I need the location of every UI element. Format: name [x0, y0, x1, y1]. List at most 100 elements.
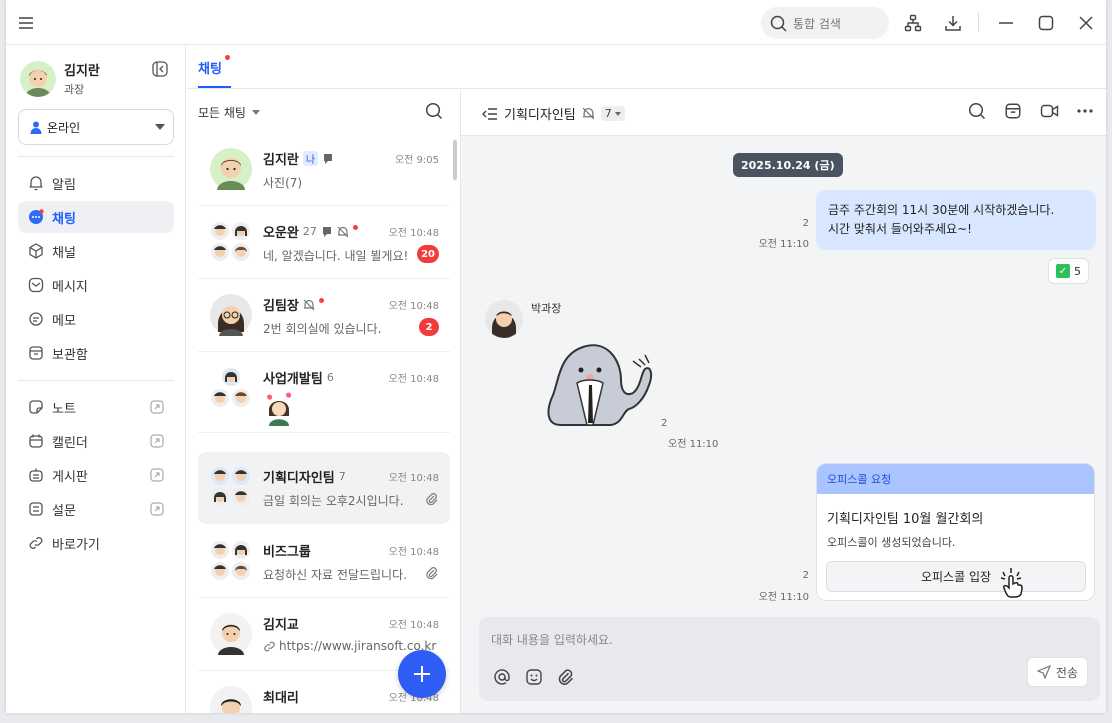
pin-icon [322, 153, 334, 165]
avatar[interactable] [485, 300, 523, 338]
send-label: 전송 [1055, 665, 1078, 680]
chat-row-name: 김팀장 [263, 295, 324, 314]
sidebar: 김지란 과장 온라인 알림 채팅 채널 메시지 메모 보관함 노트 캘린더 게시… [6, 45, 186, 713]
chat-row-kimjiran[interactable]: 김지란 나 오전 9:05 사진(7) [198, 134, 450, 206]
search-icon[interactable] [425, 102, 443, 120]
minimize-icon[interactable] [992, 9, 1020, 37]
profile[interactable]: 김지란 과장 [20, 60, 100, 97]
my-message-bubble[interactable]: 금주 주간회의 11시 30분에 시작하겠습니다. 시간 맞춰서 들어와주세요~… [816, 190, 1096, 250]
profile-name: 김지란 [64, 64, 100, 79]
message-input-placeholder[interactable]: 대화 내용을 입력하세요. [491, 631, 613, 648]
chat-list-scrollbar[interactable] [453, 140, 457, 180]
sidebar-item-label: 메시지 [52, 279, 88, 295]
sidebar-item-note[interactable]: 노트 [18, 391, 174, 423]
chat-row-name: 사업개발팀 6 [263, 368, 334, 387]
link-icon [28, 535, 44, 551]
sidebar-divider [18, 380, 174, 381]
menu-icon[interactable] [12, 9, 40, 37]
video-call-icon[interactable] [1040, 102, 1059, 120]
chat-row-ounwan[interactable]: 오운완 27 오전 10:48 네, 알겠습니다. 내일 뵐게요! 20 [198, 207, 450, 279]
new-chat-button[interactable] [398, 650, 446, 698]
chat-filter-label: 모든 채팅 [198, 106, 246, 120]
ghost-sticker[interactable] [541, 335, 656, 430]
sender-name: 박과장 [531, 302, 562, 315]
search-icon [770, 15, 787, 32]
more-icon[interactable] [1076, 102, 1094, 120]
global-search-input[interactable]: 통합 검색 [761, 7, 889, 39]
sidebar-item-label: 바로가기 [52, 537, 100, 553]
paperclip-icon [425, 492, 439, 506]
tab-bar: 채팅 [187, 45, 1106, 89]
chat-row-planning-design[interactable]: 기획디자인팀 7 오전 10:48 금일 회의는 오후2시입니다. [198, 452, 450, 524]
sidebar-item-board[interactable]: 게시판 [18, 459, 174, 491]
chat-row-bizgroup[interactable]: 비즈그룹 오전 10:48 요청하신 자료 전달드립니다. [198, 526, 450, 598]
close-icon[interactable] [1072, 9, 1100, 37]
external-link-icon [150, 502, 164, 516]
emoji-icon[interactable] [525, 668, 543, 686]
chat-name: 김팀장 [263, 299, 299, 314]
reaction-chip[interactable]: ✓ 5 [1048, 258, 1089, 284]
expand-list-icon[interactable] [482, 107, 498, 121]
me-tag: 나 [302, 151, 319, 166]
chat-row-bizdev[interactable]: 사업개발팀 6 오전 10:48 [198, 353, 450, 433]
group-avatar [211, 467, 250, 506]
mute-bell-icon [337, 226, 349, 238]
app-window: 통합 검색 김지란 과장 온라인 알림 채팅 채널 메시지 메모 보관함 노트 … [6, 0, 1106, 713]
sidebar-item-channel[interactable]: 채널 [18, 235, 174, 267]
tab-chat[interactable]: 채팅 [198, 58, 222, 77]
status-select[interactable]: 온라인 [18, 109, 174, 145]
join-office-call-button[interactable]: 오피스콜 입장 [826, 561, 1086, 592]
member-count-button[interactable]: 7 [600, 106, 625, 121]
sidebar-item-calendar[interactable]: 캘린더 [18, 425, 174, 457]
paperclip-icon[interactable] [557, 668, 575, 686]
sidebar-item-chat[interactable]: 채팅 [18, 201, 174, 233]
plus-icon [412, 664, 432, 684]
sidebar-item-archive[interactable]: 보관함 [18, 337, 174, 369]
message-time: 오전 11:10 [758, 239, 809, 250]
avatar [210, 686, 252, 713]
archive-icon[interactable] [1004, 102, 1022, 120]
chat-filter-select[interactable]: 모든 채팅 [198, 104, 260, 121]
chat-name: 최대리 [263, 691, 299, 706]
chat-row-name: 비즈그룹 [263, 541, 311, 560]
send-button[interactable]: 전송 [1026, 657, 1088, 687]
sidebar-item-label: 보관함 [52, 347, 88, 363]
sidebar-item-survey[interactable]: 설문 [18, 493, 174, 525]
unread-badge: 20 [417, 245, 439, 263]
search-icon[interactable] [968, 102, 986, 120]
office-call-card: 오피스콜 요청 기획디자인팀 10월 월간회의 오피스콜이 생성되었습니다. 오… [816, 463, 1095, 601]
sidebar-item-label: 알림 [52, 177, 76, 193]
chat-row-time: 오전 10:48 [388, 301, 439, 312]
collapse-sidebar-icon[interactable] [152, 61, 168, 77]
download-icon[interactable] [939, 9, 967, 37]
chat-row-name: 김지교 [263, 614, 299, 633]
chat-row-preview: 사진(7) [263, 176, 303, 190]
message-composer[interactable]: 대화 내용을 입력하세요. 전송 [479, 617, 1100, 701]
message-time: 오전 11:10 [758, 592, 809, 603]
sidebar-item-alerts[interactable]: 알림 [18, 167, 174, 199]
chat-name: 사업개발팀 [263, 372, 323, 387]
sidebar-item-memo[interactable]: 메모 [18, 303, 174, 335]
office-call-desc: 오피스콜이 생성되었습니다. [827, 536, 956, 549]
chat-room-title: 기획디자인팀 7 [482, 104, 625, 123]
bell-icon [28, 175, 44, 191]
note-icon [28, 399, 44, 415]
member-count: 27 [302, 225, 317, 238]
hand-cursor-icon [1000, 568, 1023, 598]
paperclip-icon [425, 566, 439, 580]
sidebar-item-shortcut[interactable]: 바로가기 [18, 527, 174, 559]
external-link-icon [150, 468, 164, 482]
read-count: 2 [661, 418, 668, 429]
unread-dot [225, 55, 230, 60]
titlebar-divider [978, 12, 979, 32]
chat-row-time: 오전 10:48 [388, 473, 439, 484]
sidebar-item-message[interactable]: 메시지 [18, 269, 174, 301]
org-chart-icon[interactable] [899, 9, 927, 37]
chat-row-time: 오전 10:48 [388, 374, 439, 385]
maximize-icon[interactable] [1032, 9, 1060, 37]
mention-icon[interactable] [493, 668, 511, 686]
cube-icon [28, 243, 44, 259]
message-line: 시간 맞춰서 들어와주세요~! [828, 222, 972, 236]
member-count: 6 [326, 371, 334, 384]
chat-row-kimteamjang[interactable]: 김팀장 오전 10:48 2번 회의실에 있습니다. 2 [198, 280, 450, 352]
